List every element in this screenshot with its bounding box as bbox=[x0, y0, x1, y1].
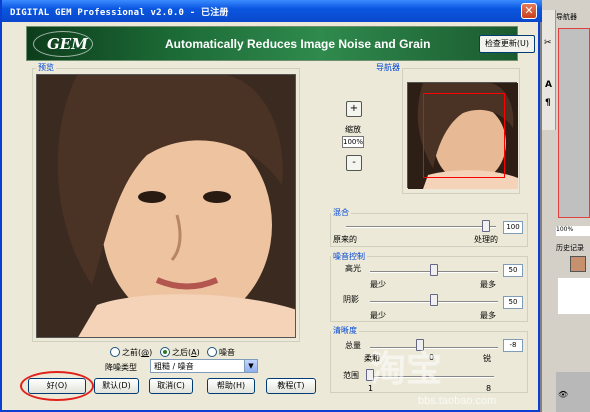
shadows-max-label: 最多 bbox=[480, 311, 496, 320]
history-tab[interactable]: 历史记录 bbox=[556, 243, 590, 253]
shadows-label: 阴影 bbox=[343, 295, 359, 304]
preview-group-label: 预览 bbox=[36, 62, 56, 73]
window-title: DIGITAL GEM Professional v2.0.0 - 已注册 bbox=[10, 8, 229, 18]
range-label: 范围 bbox=[343, 371, 359, 380]
watermark-text: 淘宝 bbox=[370, 349, 443, 390]
zoom-label: 缩放 bbox=[345, 125, 361, 134]
before-label: 之前(@) bbox=[122, 348, 153, 357]
noise-label: 噪音 bbox=[219, 348, 235, 357]
noise-group-label: 噪音控制 bbox=[331, 251, 367, 262]
cancel-button[interactable]: 取消(C) bbox=[149, 378, 193, 394]
default-button[interactable]: 默认(D) bbox=[94, 378, 139, 394]
highlights-slider-thumb[interactable] bbox=[430, 264, 438, 276]
preview-image[interactable] bbox=[36, 74, 296, 338]
noise-type-label: 降噪类型 bbox=[105, 363, 137, 372]
sharpness-group-label: 清晰度 bbox=[331, 325, 359, 336]
layers-panel: 👁 bbox=[556, 372, 590, 412]
dialog-window: DIGITAL GEM Professional v2.0.0 - 已注册 ✕ … bbox=[0, 0, 542, 412]
zoom-in-button[interactable]: + bbox=[346, 101, 362, 117]
banner-tagline: Automatically Reduces Image Noise and Gr… bbox=[165, 37, 431, 51]
navigator-tab[interactable]: 导航器 bbox=[556, 12, 590, 24]
chevron-down-icon[interactable]: ▼ bbox=[244, 360, 257, 372]
navigator-group-label: 导航器 bbox=[374, 62, 402, 73]
history-thumbnail[interactable] bbox=[570, 256, 586, 272]
logo-text: GEM bbox=[47, 35, 88, 53]
shadows-min-label: 最少 bbox=[370, 311, 386, 320]
help-button[interactable]: 帮助(H) bbox=[207, 378, 255, 394]
zoom-value: 100% bbox=[342, 136, 364, 148]
blend-slider-track[interactable] bbox=[346, 226, 496, 228]
highlights-value[interactable]: 50 bbox=[503, 264, 523, 277]
shadows-slider-thumb[interactable] bbox=[430, 294, 438, 306]
zoom-out-button[interactable]: - bbox=[346, 155, 362, 171]
history-list bbox=[558, 278, 590, 314]
amount-value[interactable]: -8 bbox=[503, 339, 523, 352]
blend-slider-thumb[interactable] bbox=[482, 220, 490, 232]
navigator-panel-view bbox=[558, 28, 590, 218]
blend-original-label: 原来的 bbox=[333, 235, 357, 244]
red-highlight-circle bbox=[20, 371, 94, 401]
title-bar[interactable]: DIGITAL GEM Professional v2.0.0 - 已注册 ✕ bbox=[2, 0, 542, 22]
highlights-min-label: 最少 bbox=[370, 280, 386, 289]
product-banner: GEM Automatically Reduces Image Noise an… bbox=[26, 26, 535, 61]
range-max-label: 8 bbox=[486, 384, 492, 393]
close-button[interactable]: ✕ bbox=[521, 3, 537, 19]
blend-group-label: 混合 bbox=[331, 207, 351, 218]
tutorial-button[interactable]: 教程(T) bbox=[266, 378, 316, 394]
amount-label: 总量 bbox=[345, 341, 361, 350]
eye-icon[interactable]: 👁 bbox=[558, 390, 568, 399]
portrait-photo bbox=[37, 75, 295, 337]
side-panel: ✂ A ¶ 导航器 100% 历史记录 👁 bbox=[542, 0, 590, 412]
noise-type-select[interactable]: 粗糙 / 噪音 ▼ bbox=[150, 359, 258, 373]
gem-logo: GEM bbox=[33, 31, 97, 57]
shadows-value[interactable]: 50 bbox=[503, 296, 523, 309]
highlights-max-label: 最多 bbox=[480, 280, 496, 289]
noise-type-value: 粗糙 / 噪音 bbox=[154, 362, 194, 371]
tool-icon[interactable]: ✂ bbox=[544, 38, 552, 48]
after-radio[interactable] bbox=[160, 347, 170, 357]
before-radio[interactable] bbox=[110, 347, 120, 357]
check-update-button[interactable]: 检查更新(U) bbox=[479, 35, 535, 53]
text-tool-icon[interactable]: A bbox=[545, 80, 552, 90]
watermark-url: bbs.taobao.com bbox=[418, 395, 497, 407]
blend-value[interactable]: 100 bbox=[503, 221, 523, 234]
noise-radio[interactable] bbox=[207, 347, 217, 357]
blend-processed-label: 处理的 bbox=[474, 235, 498, 244]
sharp-label: 锐 bbox=[483, 354, 491, 363]
navigator-view-rect[interactable] bbox=[423, 93, 505, 178]
blend-group bbox=[330, 213, 528, 247]
side-zoom-value[interactable]: 100% bbox=[556, 226, 590, 236]
highlights-label: 高光 bbox=[345, 264, 361, 273]
paragraph-icon[interactable]: ¶ bbox=[545, 98, 551, 108]
after-label: 之后(A) bbox=[172, 348, 200, 357]
tool-strip: ✂ A ¶ bbox=[542, 10, 556, 130]
